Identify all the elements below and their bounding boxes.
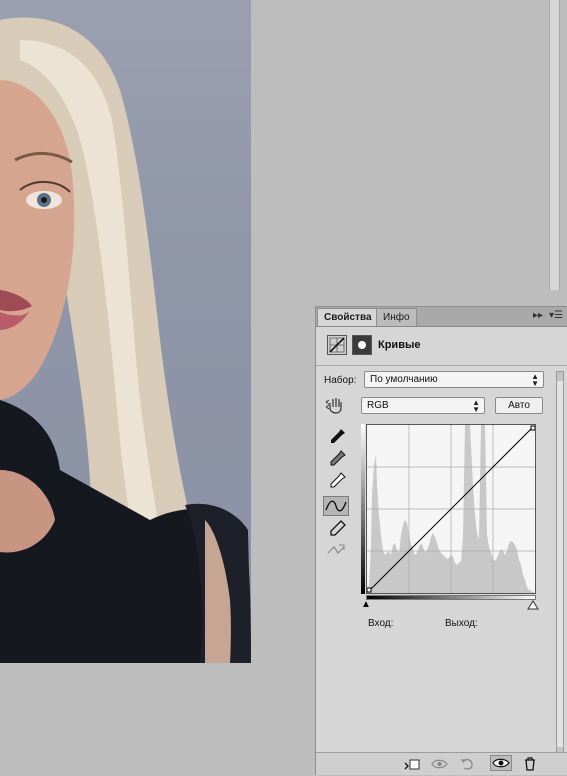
input-label: Вход: (368, 618, 394, 629)
channel-select[interactable]: RGB ▲ ▼ (361, 397, 485, 414)
document-canvas[interactable] (0, 0, 251, 663)
visibility-eye-icon[interactable] (490, 755, 512, 771)
curves-graph[interactable] (366, 424, 536, 594)
double-arrow-right-icon[interactable]: ▸▸ (533, 310, 543, 321)
preset-select[interactable]: По умолчанию ▲ ▼ (364, 371, 544, 388)
curves-adjustment-icon[interactable] (327, 335, 347, 355)
output-label: Выход: (445, 618, 478, 629)
auto-button[interactable]: Авто (495, 397, 543, 414)
black-point-eyedropper-icon[interactable] (327, 427, 347, 445)
portrait-photo (0, 17, 251, 663)
pencil-draw-icon[interactable] (327, 519, 347, 537)
clip-to-layer-icon[interactable] (404, 757, 420, 771)
panel-menu-icon[interactable]: ▾☰ (549, 310, 563, 321)
histogram (366, 425, 536, 593)
trash-icon[interactable] (522, 757, 538, 771)
panel-scroll-thumb[interactable] (557, 381, 563, 747)
preset-value: По умолчанию (370, 374, 438, 385)
updown-arrows-icon: ▲ ▼ (472, 398, 480, 414)
panel-scrollbar[interactable] (556, 371, 564, 753)
panel-bottom-toolbar (316, 752, 567, 775)
curve-points-tool-icon[interactable] (323, 496, 349, 516)
tab-properties[interactable]: Свойства (317, 308, 379, 326)
on-image-adjustment-hand-icon[interactable] (325, 396, 345, 414)
gray-point-eyedropper-icon[interactable] (327, 449, 347, 467)
panel-tab-bar: Свойства Инфо ▸▸ ▾☰ (316, 307, 567, 327)
adjustment-title: Кривые (378, 339, 421, 351)
layer-mask-icon[interactable] (352, 335, 372, 355)
preset-label: Набор: (324, 375, 357, 386)
reset-icon[interactable] (459, 757, 475, 771)
output-gradient-bar (361, 424, 365, 594)
white-point-slider-icon[interactable] (527, 597, 539, 615)
properties-panel: Свойства Инфо ▸▸ ▾☰ Кривые Набор: По умо… (315, 306, 567, 775)
input-gradient-bar (366, 595, 536, 600)
channel-value: RGB (367, 400, 389, 411)
updown-arrows-icon: ▲ ▼ (531, 372, 539, 388)
white-point-eyedropper-icon[interactable] (327, 471, 347, 489)
tab-info[interactable]: Инфо (376, 308, 417, 326)
black-point-slider-icon[interactable]: ▲ (361, 599, 371, 610)
smooth-curve-icon[interactable] (327, 541, 347, 559)
adjustment-header: Кривые (316, 327, 567, 366)
view-previous-state-icon[interactable] (431, 757, 448, 771)
document-vertical-scrollbar[interactable] (549, 0, 560, 290)
